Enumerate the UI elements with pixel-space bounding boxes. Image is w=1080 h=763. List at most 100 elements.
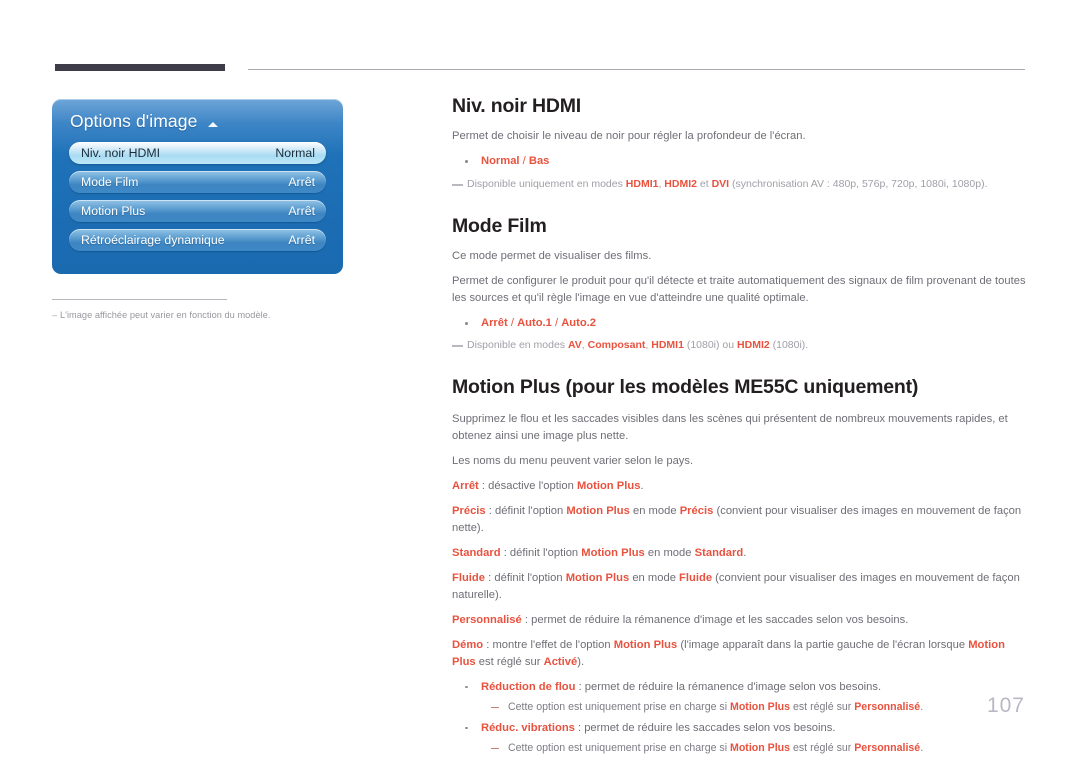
osd-title: Options d'image	[70, 111, 198, 131]
mode-ref: DVI	[711, 177, 730, 190]
mode-text: ).	[577, 655, 585, 668]
osd-row-label: Niv. noir HDMI	[81, 146, 161, 160]
mode-ref: HDMI1	[651, 339, 684, 352]
note-mid: est réglé sur	[790, 701, 855, 714]
osd-row-mode-film[interactable]: Mode Film Arrêt	[69, 171, 326, 193]
osd-row-motion-plus[interactable]: Motion Plus Arrêt	[69, 200, 326, 222]
list-item: Normal / Bas	[452, 153, 1030, 170]
footnote-rule	[52, 299, 227, 300]
sub-option-desc: : permet de réduire les saccades selon v…	[574, 721, 836, 734]
note-lead: Disponible uniquement en modes	[467, 177, 626, 190]
mode-description-fluide: Fluide : définit l'option Motion Plus en…	[452, 570, 1030, 604]
feature-ref: Motion Plus	[566, 504, 630, 517]
mode-description-precis: Précis : définit l'option Motion Plus en…	[452, 503, 1030, 537]
sub-note-list: Cette option est uniquement prise en cha…	[481, 740, 1030, 756]
mode-ref: HDMI2	[664, 177, 697, 190]
osd-footnote: – L'image affichée peut varier en fonctio…	[52, 310, 342, 320]
option-value: Auto.2	[561, 317, 597, 330]
osd-row-label: Motion Plus	[81, 204, 146, 218]
mode-text: en mode	[629, 504, 680, 517]
note-tail: (1080i).	[769, 339, 809, 352]
feature-ref: Motion Plus	[613, 638, 678, 651]
note-tail: .	[920, 741, 924, 754]
mode-text: est réglé sur	[475, 655, 544, 668]
option-separator: /	[551, 317, 562, 330]
note-tail: (synchronisation AV : 480p, 576p, 720p, …	[729, 177, 988, 190]
mode-name: Arrêt	[452, 479, 479, 492]
osd-title-row: Options d'image	[70, 111, 219, 131]
note-tail: .	[920, 701, 924, 714]
note-sep: et	[696, 177, 712, 190]
sub-note-list: Cette option est uniquement prise en cha…	[481, 699, 1030, 715]
note-sep: (1080i) ou	[683, 339, 738, 352]
osd-row-value: Arrêt	[288, 233, 315, 247]
option-bullet-list: Arrêt / Auto.1 / Auto.2	[452, 315, 1030, 332]
section-paragraph: Les noms du menu peuvent varier selon le…	[452, 454, 694, 467]
mode-value: Personnalisé	[854, 701, 921, 714]
mode-value: Personnalisé	[854, 741, 921, 754]
section-paragraph: Supprimez le flou et les saccades visibl…	[452, 412, 1008, 442]
mode-ref: AV	[567, 339, 582, 352]
note-lead: Cette option est uniquement prise en cha…	[508, 701, 731, 714]
option-separator: /	[519, 155, 529, 168]
availability-note: Disponible uniquement en modes HDMI1, HD…	[452, 177, 1030, 193]
section-title: Mode Film	[452, 214, 547, 237]
sub-option-name: Réduc. vibrations	[481, 721, 575, 734]
mode-name: Standard	[452, 546, 501, 559]
osd-row-label: Mode Film	[81, 175, 139, 189]
section-paragraph: Permet de configurer le produit pour qu'…	[452, 274, 1026, 304]
triangle-up-icon[interactable]	[208, 121, 219, 127]
mode-name: Fluide	[452, 571, 485, 584]
mode-value: Précis	[679, 504, 714, 517]
list-item: Cette option est uniquement prise en cha…	[481, 740, 1030, 756]
sub-option-desc: : permet de réduire la rémanence d'image…	[575, 680, 882, 693]
mode-ref: HDMI1	[625, 177, 659, 190]
section-niv-noir-hdmi: Niv. noir HDMI Permet de choisir le nive…	[452, 95, 1030, 193]
mode-text: .	[640, 479, 644, 492]
list-item: Cette option est uniquement prise en cha…	[481, 699, 1030, 715]
note-lead: Disponible en modes	[467, 339, 568, 352]
section-title: Motion Plus (pour les modèles ME55C uniq…	[452, 376, 919, 399]
mode-description-personnalise: Personnalisé : permet de réduire la réma…	[452, 612, 1030, 629]
feature-ref: Motion Plus	[565, 571, 630, 584]
list-item: Arrêt / Auto.1 / Auto.2	[452, 315, 1030, 332]
mode-name: Démo	[452, 638, 484, 651]
availability-note: Disponible en modes AV, Composant, HDMI1…	[452, 338, 1030, 354]
section-intro: Permet de choisir le niveau de noir pour…	[452, 130, 806, 143]
osd-row-label: Rétroéclairage dynamique	[81, 233, 225, 247]
mode-value: Standard	[694, 546, 744, 559]
mode-value: Fluide	[679, 571, 713, 584]
option-value: Bas	[528, 155, 550, 168]
sub-option-name: Réduction de flou	[481, 680, 576, 693]
mode-text: : définit l'option	[500, 546, 582, 559]
mode-ref: Composant	[587, 339, 646, 352]
option-bullet-list: Normal / Bas	[452, 153, 1030, 170]
header-accent-bar	[55, 64, 225, 71]
mode-text: (l'image apparaît dans la partie gauche …	[677, 638, 969, 651]
osd-row-niv-noir-hdmi[interactable]: Niv. noir HDMI Normal	[69, 142, 326, 164]
section-title: Niv. noir HDMI	[452, 95, 582, 117]
list-item: Réduction de flou : permet de réduire la…	[452, 679, 1030, 716]
mode-name: Précis	[452, 504, 486, 517]
feature-ref: Motion Plus	[576, 479, 641, 492]
list-item: Réduc. vibrations : permet de réduire le…	[452, 720, 1030, 757]
osd-menu-panel: Options d'image Niv. noir HDMI Normal Mo…	[52, 99, 343, 274]
mode-description-arret: Arrêt : désactive l'option Motion Plus.	[452, 478, 1030, 495]
header-rule	[248, 69, 1025, 70]
section-mode-film: Mode Film Ce mode permet de visualiser d…	[452, 215, 1030, 355]
option-value: Arrêt	[481, 317, 508, 330]
note-lead: Cette option est uniquement prise en cha…	[508, 741, 731, 754]
feature-ref: Motion Plus	[730, 701, 791, 714]
osd-row-list: Niv. noir HDMI Normal Mode Film Arrêt Mo…	[69, 142, 326, 251]
section-paragraph: Ce mode permet de visualiser des films.	[452, 249, 652, 262]
mode-text: en mode	[629, 571, 680, 584]
mode-text: en mode	[644, 546, 695, 559]
option-value: Auto.1	[517, 317, 552, 330]
option-value: Normal	[481, 155, 520, 168]
osd-footnote-text: L'image affichée peut varier en fonction…	[60, 310, 271, 320]
osd-row-value: Arrêt	[288, 204, 315, 218]
mode-text: : permet de réduire la rémanence d'image…	[521, 613, 909, 626]
mode-description-standard: Standard : définit l'option Motion Plus …	[452, 545, 1030, 562]
osd-row-retroeclairage-dynamique[interactable]: Rétroéclairage dynamique Arrêt	[69, 229, 326, 251]
manual-content: Niv. noir HDMI Permet de choisir le nive…	[452, 95, 1030, 763]
